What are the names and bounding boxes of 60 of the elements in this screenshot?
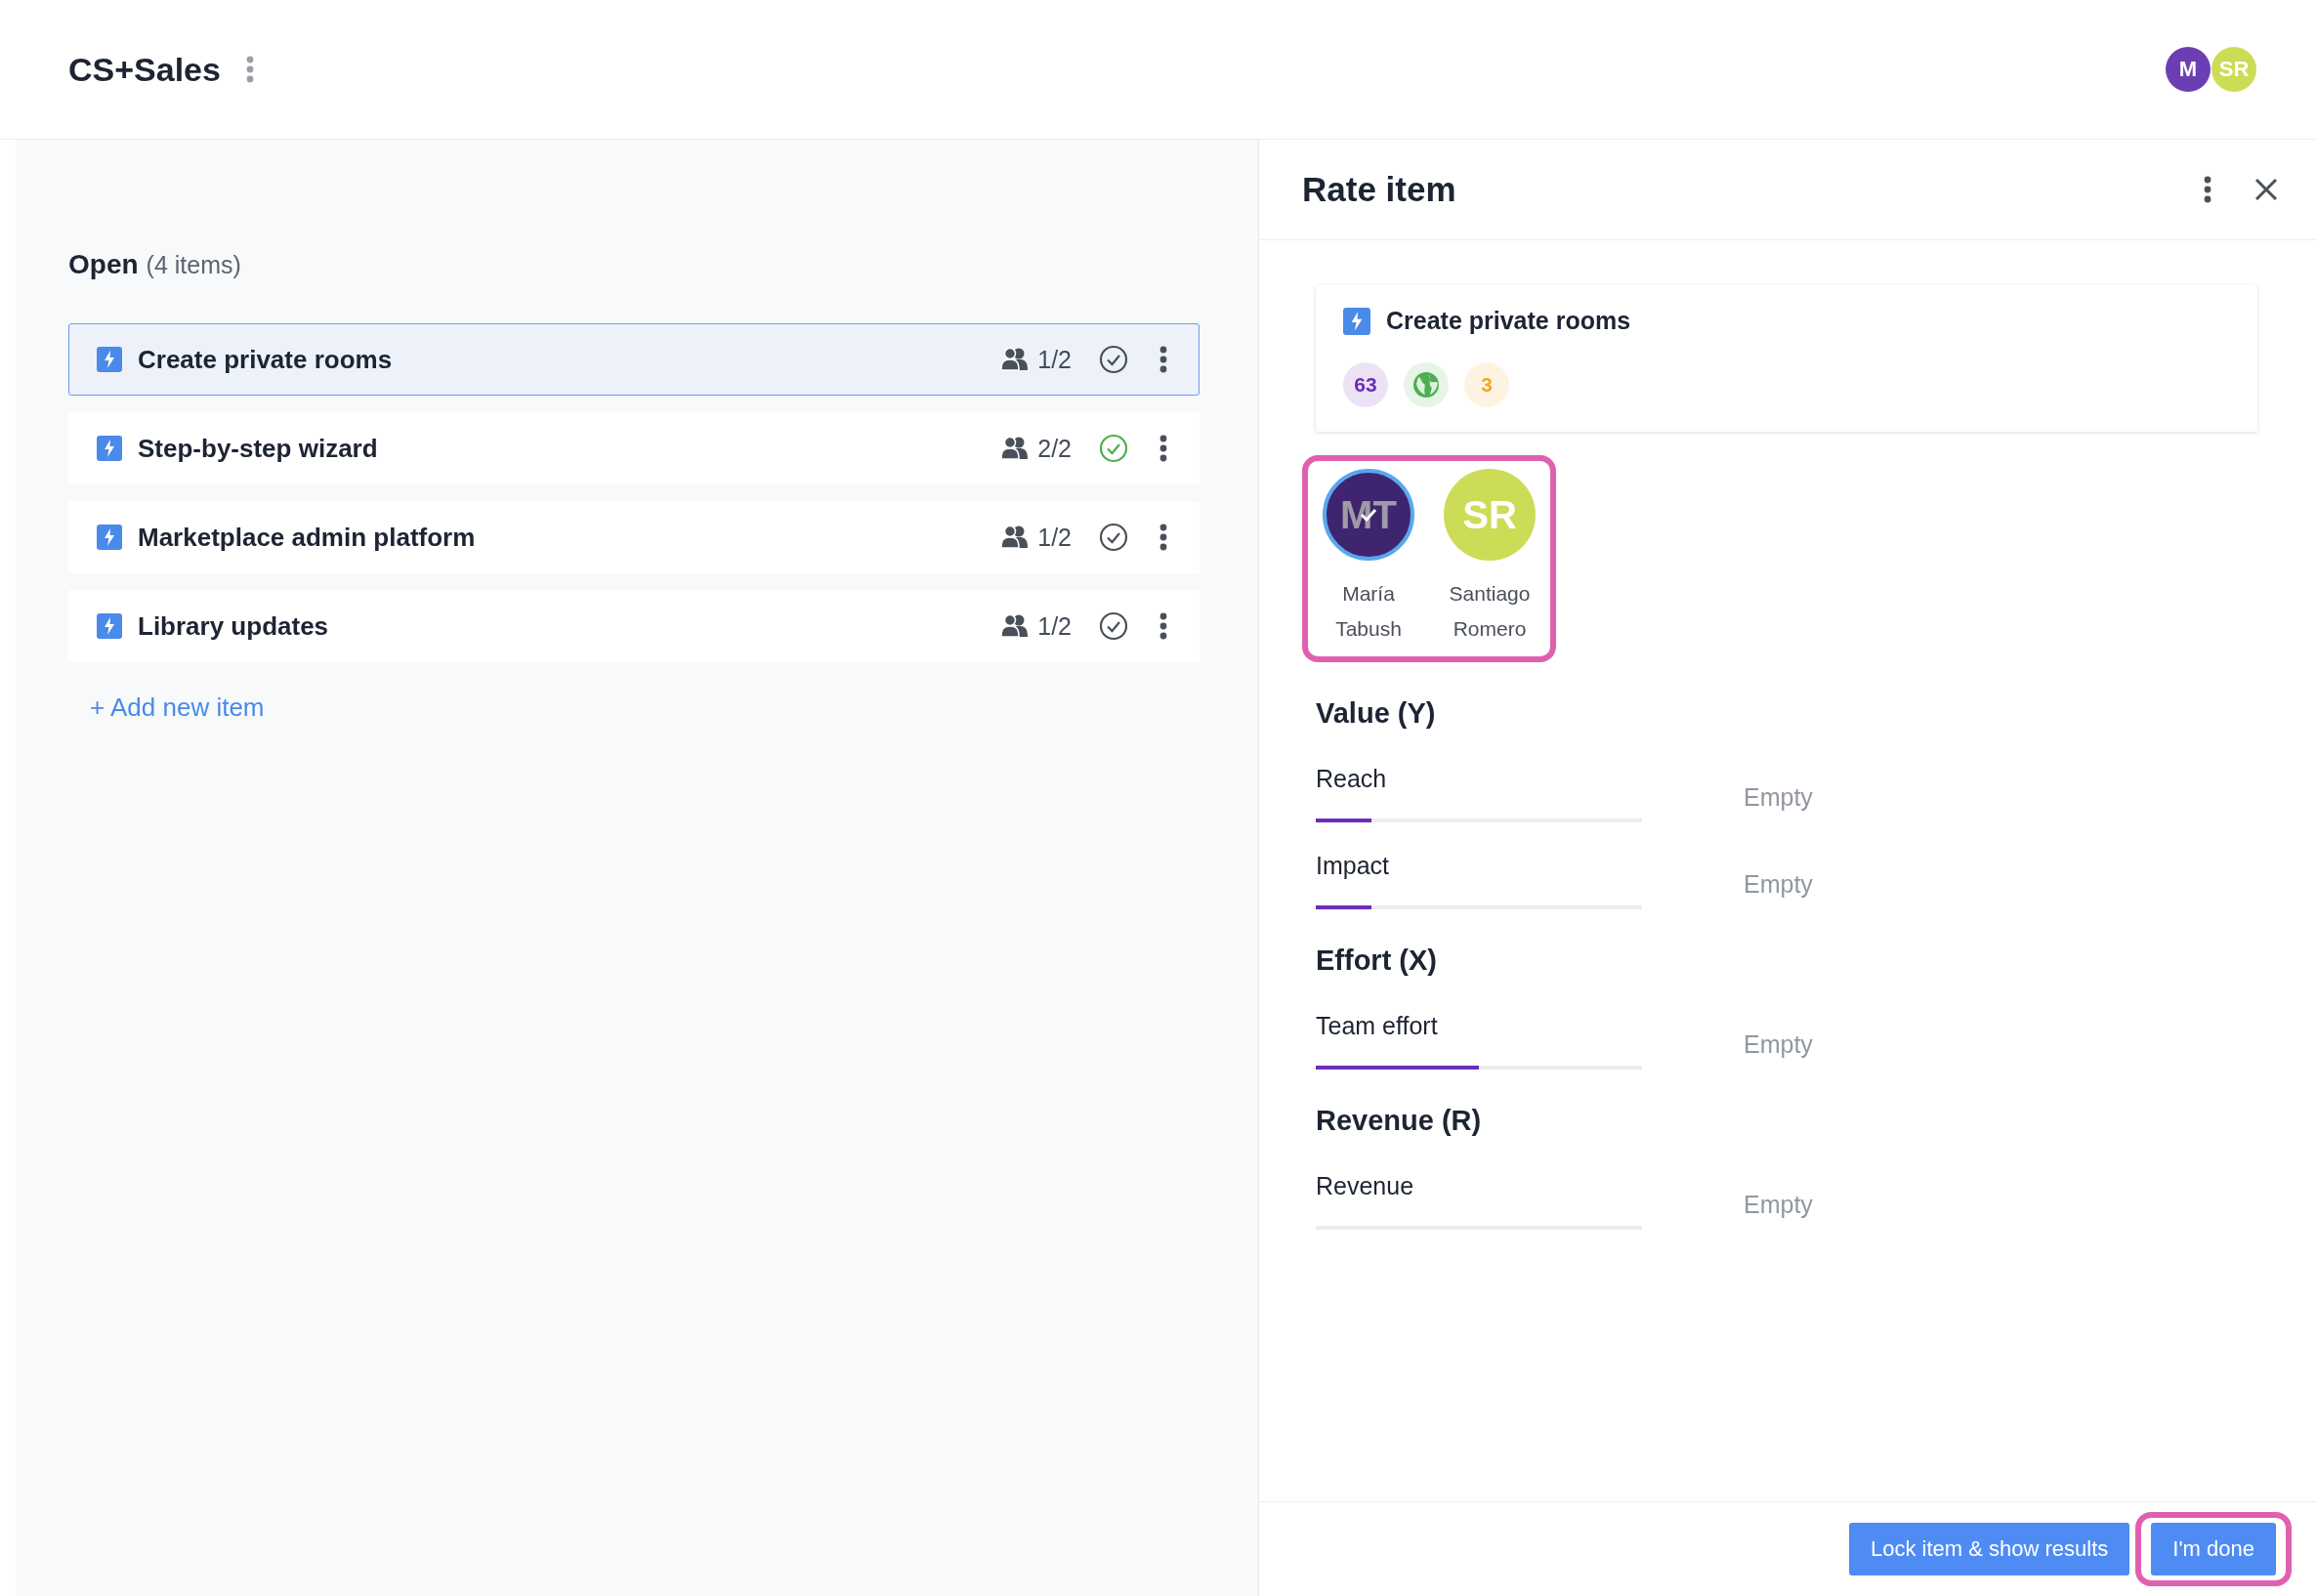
vote-count: 1/2	[1037, 523, 1072, 552]
more-icon	[2204, 176, 2212, 203]
more-icon	[1159, 524, 1167, 551]
add-item-link[interactable]: + Add new item	[90, 693, 265, 723]
vote-count: 1/2	[1037, 345, 1072, 374]
criterion-label: Impact	[1316, 852, 1391, 880]
bolt-icon	[1343, 307, 1370, 335]
check-circle-icon[interactable]	[1099, 345, 1128, 374]
more-icon	[245, 56, 254, 83]
bolt-icon	[97, 525, 122, 550]
item-title: Library updates	[138, 610, 330, 642]
list-item[interactable]: Marketplace admin platform 1/2	[68, 501, 1200, 573]
close-icon	[2254, 178, 2278, 201]
more-icon	[1159, 612, 1167, 640]
rater-avatar[interactable]: MT	[1323, 469, 1414, 561]
list-heading: Open	[68, 249, 139, 280]
bolt-icon	[97, 613, 122, 639]
list-item[interactable]: Step-by-step wizard 2/2	[68, 412, 1200, 484]
rating-slider[interactable]	[1316, 1066, 1642, 1070]
people-icon	[1000, 613, 1031, 639]
vote-count: 2/2	[1037, 434, 1072, 463]
item-title: Step-by-step wizard	[138, 433, 379, 464]
rater-name: María Tabush	[1335, 581, 1402, 642]
action-button[interactable]: Lock item & show results	[1849, 1523, 2130, 1575]
globe-icon	[1412, 371, 1440, 399]
check-circle-icon[interactable]	[1099, 434, 1128, 463]
check-circle-icon[interactable]	[1099, 611, 1128, 641]
criterion-label: Team effort	[1316, 1012, 1439, 1040]
people-icon	[1000, 525, 1031, 550]
panel-title: Rate item	[1302, 170, 1457, 209]
score-badge: 63	[1343, 362, 1388, 407]
check-icon	[1360, 508, 1377, 522]
check-circle-icon[interactable]	[1099, 523, 1128, 552]
vote-count: 1/2	[1037, 611, 1072, 641]
rater-name: Santiago Romero	[1449, 581, 1531, 642]
list-item[interactable]: Create private rooms 1/2	[68, 323, 1200, 396]
people-icon	[1000, 347, 1031, 372]
card-title: Create private rooms	[1386, 307, 1631, 335]
section-title: Value (Y)	[1316, 697, 1437, 730]
user-avatar[interactable]: M	[2166, 47, 2211, 92]
board-title: CS+Sales	[68, 50, 221, 89]
section-title: Revenue (R)	[1316, 1105, 1483, 1137]
item-count: (4 items)	[146, 251, 241, 279]
item-title: Marketplace admin platform	[138, 522, 477, 553]
more-icon	[1159, 435, 1167, 462]
score-badge: 3	[1464, 362, 1509, 407]
action-button[interactable]: I'm done	[2151, 1523, 2276, 1575]
rating-value: Empty	[1744, 870, 1813, 899]
more-icon	[1159, 346, 1167, 373]
criterion-label: Reach	[1316, 765, 1388, 793]
people-icon	[1000, 436, 1031, 461]
list-item[interactable]: Library updates 1/2	[68, 590, 1200, 662]
bolt-icon	[97, 347, 122, 372]
section-title: Effort (X)	[1316, 945, 1439, 977]
rating-value: Empty	[1744, 783, 1813, 812]
bolt-icon	[97, 436, 122, 461]
rating-value: Empty	[1744, 1191, 1813, 1219]
criterion-label: Revenue	[1316, 1172, 1415, 1200]
rating-value: Empty	[1744, 1030, 1813, 1059]
item-title: Create private rooms	[138, 344, 394, 375]
